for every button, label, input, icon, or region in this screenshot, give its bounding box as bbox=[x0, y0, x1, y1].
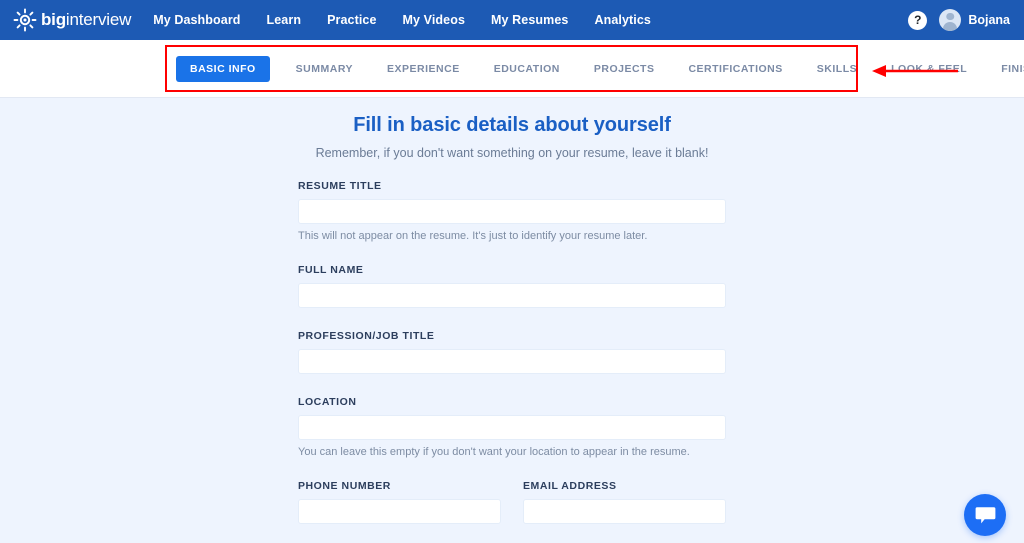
tab-basic-info[interactable]: BASIC INFO bbox=[176, 55, 270, 82]
label-phone-number: PHONE NUMBER bbox=[298, 480, 391, 492]
tab-skills[interactable]: SKILLS bbox=[800, 63, 874, 75]
location-input[interactable] bbox=[298, 415, 726, 440]
tab-finish[interactable]: FINISH bbox=[984, 63, 1024, 75]
chat-support-button[interactable] bbox=[964, 494, 1006, 536]
page-root: biginterview My Dashboard Learn Practice… bbox=[0, 0, 1024, 543]
tab-certifications[interactable]: CERTIFICATIONS bbox=[671, 63, 799, 75]
nav-item-my-resumes[interactable]: My Resumes bbox=[491, 13, 568, 27]
field-email-address: EMAIL ADDRESS bbox=[523, 480, 726, 524]
chat-bubble-icon bbox=[975, 506, 995, 523]
label-email-address: EMAIL ADDRESS bbox=[523, 480, 617, 492]
help-icon[interactable]: ? bbox=[908, 10, 928, 30]
tab-education[interactable]: EDUCATION bbox=[477, 63, 577, 75]
label-profession: PROFESSION/JOB TITLE bbox=[298, 330, 435, 342]
email-address-input[interactable] bbox=[523, 499, 726, 524]
sun-icon bbox=[13, 8, 37, 32]
nav-item-my-dashboard[interactable]: My Dashboard bbox=[153, 13, 240, 27]
header-right-cluster: ? Bojana bbox=[908, 0, 1010, 40]
field-full-name: FULL NAME bbox=[298, 264, 726, 308]
page-subtitle: Remember, if you don't want something on… bbox=[315, 146, 709, 160]
user-menu[interactable]: Bojana bbox=[939, 9, 1010, 31]
profession-input[interactable] bbox=[298, 349, 726, 374]
tab-experience[interactable]: EXPERIENCE bbox=[370, 63, 477, 75]
field-profession: PROFESSION/JOB TITLE bbox=[298, 330, 726, 374]
logo-wordmark: biginterview bbox=[41, 10, 131, 30]
biginterview-logo[interactable]: biginterview bbox=[12, 7, 131, 33]
basic-info-form: RESUME TITLE This will not appear on the… bbox=[298, 160, 726, 543]
top-navbar: biginterview My Dashboard Learn Practice… bbox=[0, 0, 1024, 40]
label-resume-title: RESUME TITLE bbox=[298, 180, 382, 192]
user-name-label: Bojana bbox=[968, 13, 1010, 27]
nav-item-analytics[interactable]: Analytics bbox=[594, 13, 650, 27]
hint-location: You can leave this empty if you don't wa… bbox=[298, 446, 690, 458]
field-location: LOCATION You can leave this empty if you… bbox=[298, 396, 726, 458]
full-name-input[interactable] bbox=[298, 283, 726, 308]
label-location: LOCATION bbox=[298, 396, 357, 408]
label-full-name: FULL NAME bbox=[298, 264, 364, 276]
tab-projects[interactable]: PROJECTS bbox=[577, 63, 672, 75]
main-content: Fill in basic details about yourself Rem… bbox=[0, 98, 1024, 543]
resume-title-input[interactable] bbox=[298, 199, 726, 224]
nav-item-practice[interactable]: Practice bbox=[327, 13, 376, 27]
annotation-left-arrow-icon bbox=[872, 65, 958, 77]
phone-number-input[interactable] bbox=[298, 499, 501, 524]
nav-item-learn[interactable]: Learn bbox=[267, 13, 302, 27]
main-nav: My Dashboard Learn Practice My Videos My… bbox=[153, 13, 651, 27]
logo-text-big: big bbox=[41, 10, 66, 29]
contact-row: PHONE NUMBER EMAIL ADDRESS bbox=[298, 480, 726, 524]
field-phone-number: PHONE NUMBER bbox=[298, 480, 501, 524]
avatar bbox=[939, 9, 962, 31]
page-title: Fill in basic details about yourself bbox=[353, 114, 671, 136]
logo-text-interview: interview bbox=[65, 10, 132, 29]
hint-resume-title: This will not appear on the resume. It's… bbox=[298, 230, 648, 242]
tab-summary[interactable]: SUMMARY bbox=[279, 63, 370, 75]
nav-item-my-videos[interactable]: My Videos bbox=[403, 13, 466, 27]
field-resume-title: RESUME TITLE This will not appear on the… bbox=[298, 180, 726, 242]
